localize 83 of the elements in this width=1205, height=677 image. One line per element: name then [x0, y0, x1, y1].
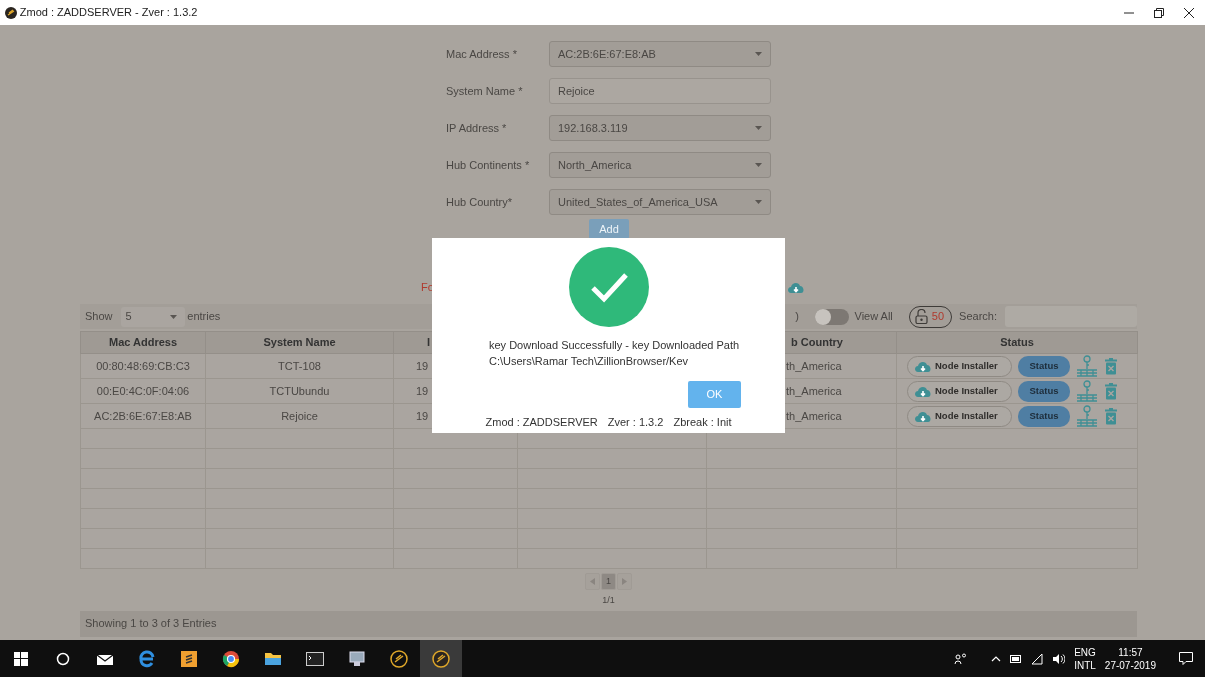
browser-e-icon[interactable]	[138, 649, 156, 668]
people-icon[interactable]	[954, 652, 969, 665]
node-installer-button[interactable]: Node Installer	[907, 380, 1012, 402]
entries-info: Showing 1 to 3 of 3 Entries	[85, 616, 217, 632]
column-header: I	[427, 336, 431, 349]
node-installer-button[interactable]: Node Installer	[907, 355, 1012, 377]
close-icon[interactable]	[1183, 6, 1195, 19]
cloud-download-icon	[914, 359, 932, 373]
windows-logo-icon[interactable]	[14, 651, 28, 666]
app-logo-icon	[5, 6, 17, 19]
input-field[interactable]: Rejoice	[549, 78, 771, 104]
page-button[interactable]: 1	[601, 573, 616, 590]
version-info: Zbreak : Init	[673, 415, 732, 430]
table-cell: th_America	[786, 384, 842, 397]
browser-round-icon[interactable]	[222, 649, 240, 668]
page-info: 1/1	[602, 595, 615, 605]
cloud-download-icon[interactable]	[787, 280, 805, 294]
field-label: Mac Address *	[446, 46, 518, 62]
page-size-select[interactable]: 5	[120, 306, 186, 327]
cut-text: )	[795, 309, 799, 325]
language-indicator[interactable]: ENG INTL	[1074, 645, 1096, 672]
field-label: System Name *	[446, 83, 524, 99]
cloud-download-icon	[914, 409, 932, 423]
dropdown-field[interactable]: United_States_of_America_USA	[549, 189, 771, 215]
dropdown-field[interactable]: 192.168.3.119	[549, 115, 771, 141]
terminal-icon[interactable]	[306, 650, 324, 667]
column-header: Status	[1000, 336, 1034, 349]
table-cell: Rejoice	[281, 409, 318, 422]
table-cell: 19	[416, 409, 429, 422]
field-label: Hub Continents *	[446, 157, 531, 173]
add-button[interactable]: Add	[589, 219, 629, 239]
field-label: Hub Country*	[446, 194, 514, 210]
version-info: Zver : 1.3.2	[607, 415, 664, 430]
padlock-icon	[914, 309, 928, 324]
search-icon[interactable]	[56, 651, 70, 666]
view-all-toggle[interactable]	[814, 308, 849, 325]
search-label: Search:	[959, 309, 997, 325]
node-installer-button[interactable]: Node Installer	[907, 405, 1012, 427]
status-button[interactable]: Status	[1018, 405, 1070, 427]
chevron-up-icon[interactable]	[991, 655, 1002, 662]
table-cell: 19	[416, 384, 429, 397]
success-check-icon	[568, 247, 649, 327]
window-title: Zmod : ZADDSERVER - Zver : 1.3.2	[19, 5, 198, 21]
dropdown-field[interactable]: AC:2B:6E:67:E8:AB	[549, 41, 771, 67]
caret-icon	[755, 126, 762, 130]
app-logo-icon[interactable]	[390, 649, 408, 668]
show-label: Show	[85, 309, 113, 325]
caret-icon	[755, 52, 762, 56]
caret-icon	[755, 200, 762, 204]
table-cell: th_America	[786, 409, 842, 422]
view-all-label: View All	[854, 309, 893, 325]
table-cell: th_America	[786, 359, 842, 372]
column-header: Mac Address	[108, 336, 178, 349]
right-arrow-icon	[622, 578, 627, 585]
table-cell: AC:2B:6E:67:E8:AB	[94, 409, 192, 422]
table-cell: 00:E0:4C:0F:04:06	[96, 384, 190, 397]
caret-icon	[755, 163, 762, 167]
app-logo-icon[interactable]	[432, 649, 450, 668]
table-cell: TCT-108	[278, 359, 321, 372]
caret-icon	[170, 314, 178, 319]
cloud-download-icon	[914, 384, 932, 398]
ok-button[interactable]: OK	[688, 381, 741, 408]
clock[interactable]: 11:57 27-07-2019	[1104, 645, 1156, 672]
entries-label: entries	[187, 309, 221, 325]
dropdown-field[interactable]: North_America	[549, 152, 771, 178]
message-text: key Download Successfully - key Downloaded Path	[489, 338, 741, 353]
battery-icon[interactable]	[1010, 654, 1023, 663]
version-info: Zmod : ZADDSERVER	[485, 415, 598, 430]
table-cell: 00:80:48:69:CB:C3	[96, 359, 190, 372]
restore-icon[interactable]	[1153, 6, 1165, 19]
status-button[interactable]: Status	[1018, 380, 1070, 402]
left-arrow-icon	[590, 578, 595, 585]
speaker-icon[interactable]	[1052, 652, 1066, 665]
column-header: System Name	[263, 336, 336, 349]
status-button[interactable]: Status	[1018, 355, 1070, 377]
table-cell: TCTUbundu	[269, 384, 330, 397]
message-text: C:\Users\Ramar Tech\ZillionBrowser/Kev	[489, 354, 690, 369]
wifi-icon[interactable]	[1031, 652, 1044, 665]
notification-icon[interactable]	[1179, 652, 1193, 665]
field-label: IP Address *	[446, 120, 508, 136]
table-cell: 19	[416, 359, 429, 372]
editor-app-icon[interactable]	[181, 650, 197, 667]
column-header: b Country	[791, 336, 843, 349]
